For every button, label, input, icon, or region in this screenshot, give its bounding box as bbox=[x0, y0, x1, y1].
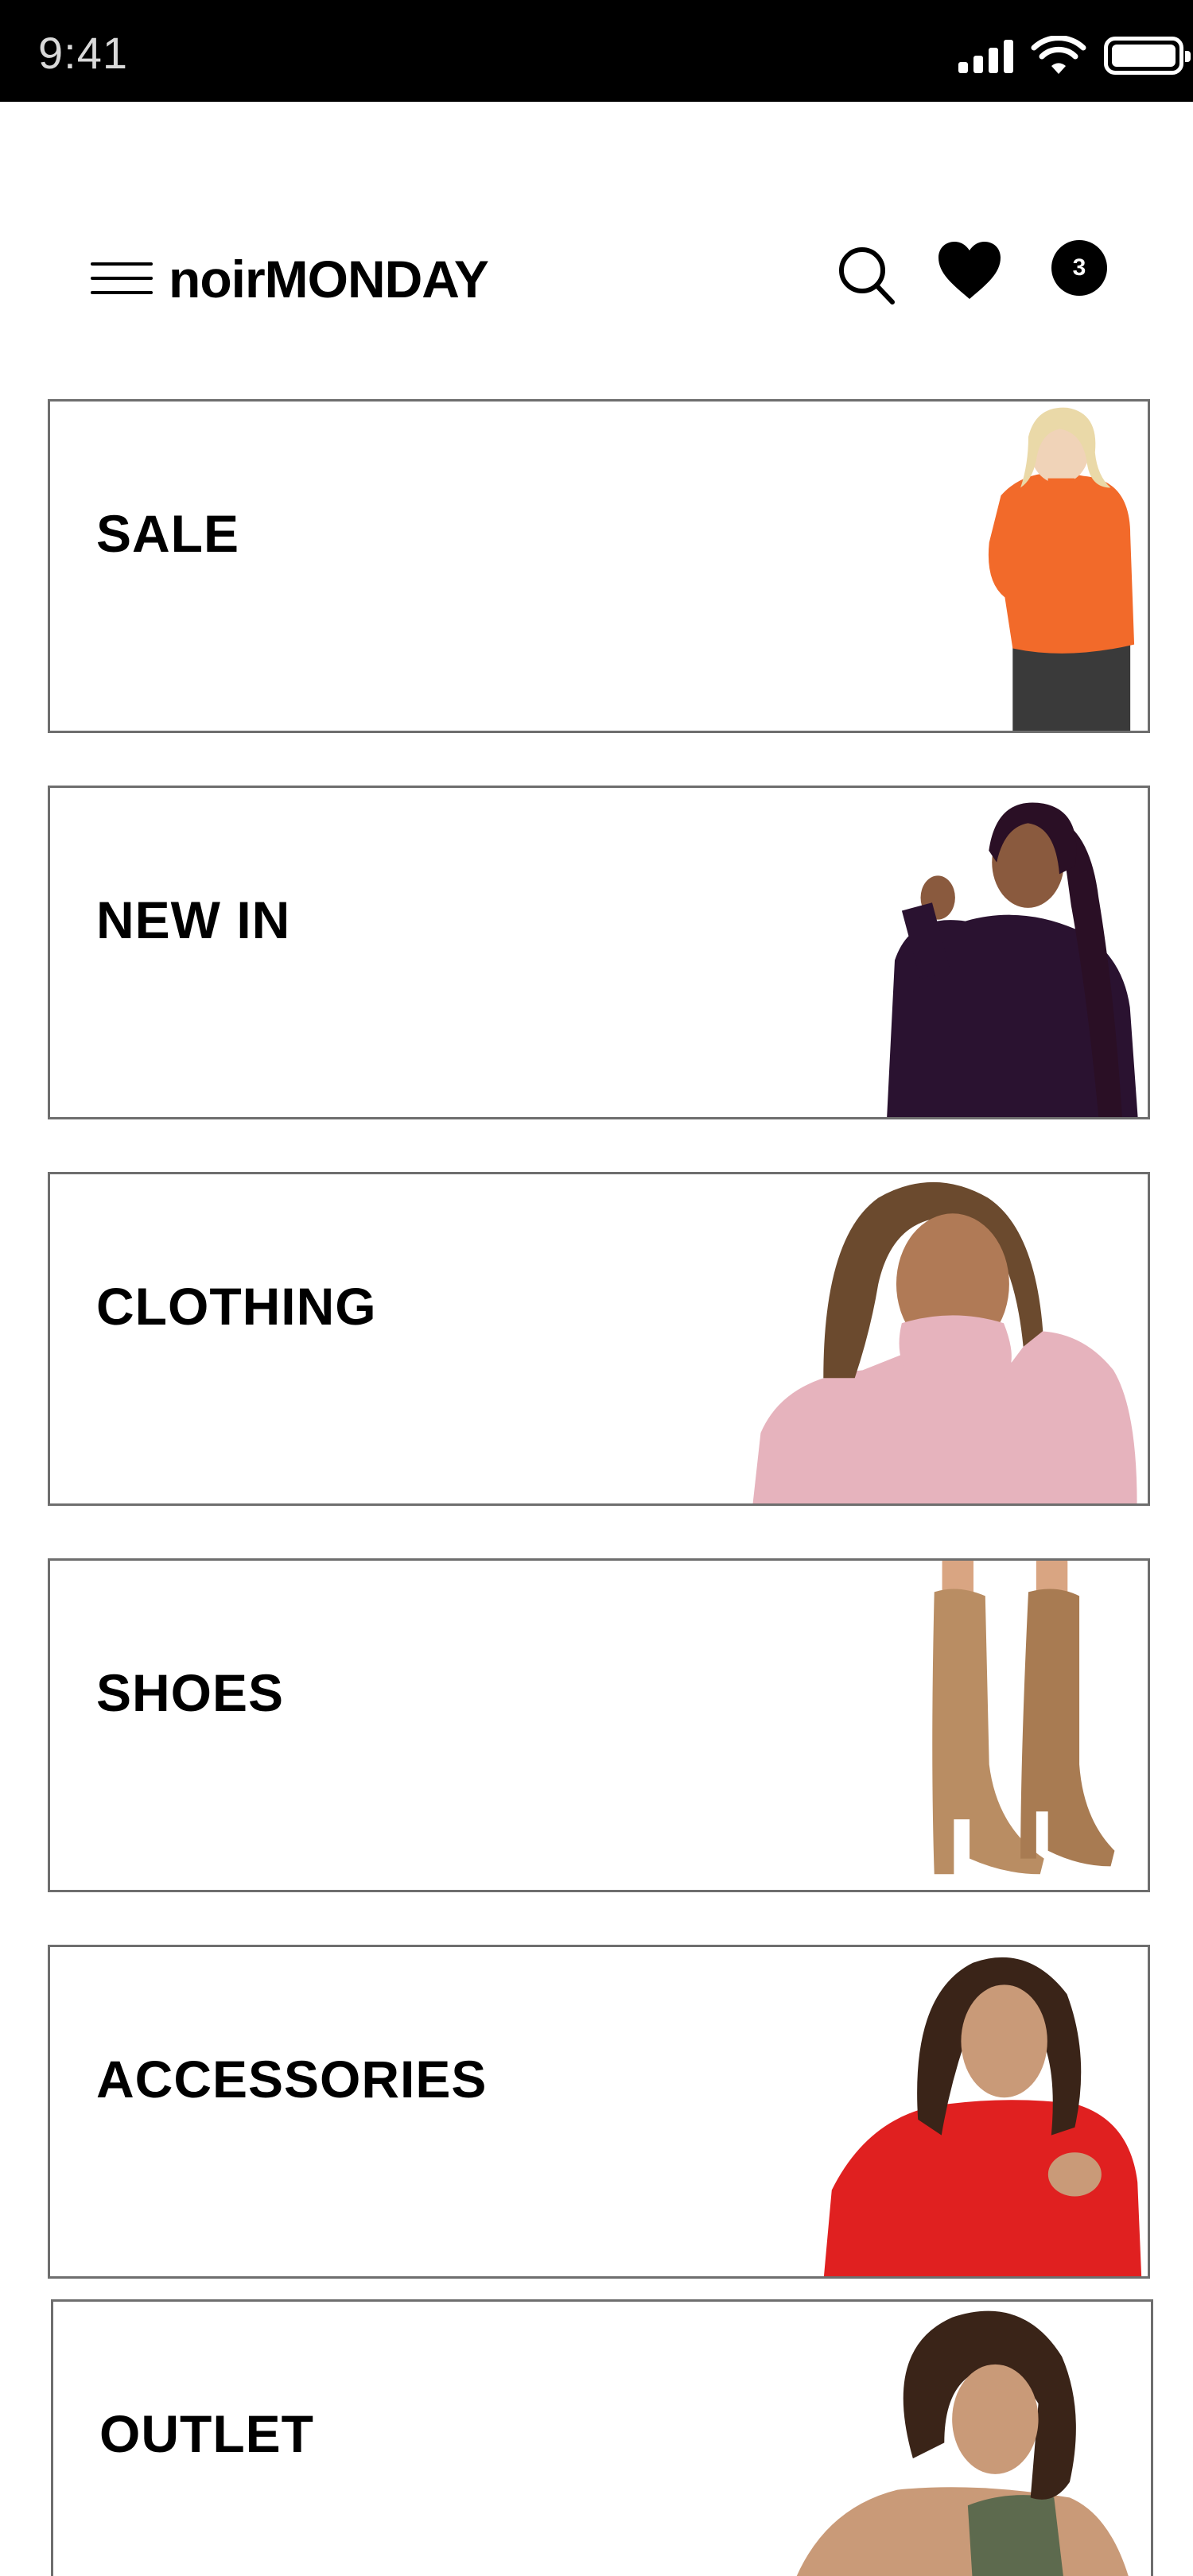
wifi-icon bbox=[1031, 36, 1086, 74]
category-card-sale[interactable]: SALE bbox=[48, 399, 1150, 733]
category-card-clothing[interactable]: CLOTHING bbox=[48, 1172, 1150, 1506]
hamburger-menu-icon[interactable] bbox=[91, 262, 153, 294]
brand-logo[interactable]: noirMONDAY bbox=[169, 250, 489, 308]
cart-badge[interactable]: 3 bbox=[1051, 240, 1107, 296]
category-image-clothing bbox=[752, 1181, 1137, 1503]
category-card-new-in[interactable]: NEW IN bbox=[48, 786, 1150, 1119]
heart-icon[interactable] bbox=[937, 240, 1002, 301]
category-image-outlet bbox=[796, 2310, 1129, 2576]
battery-icon bbox=[1104, 37, 1191, 75]
category-label: ACCESSORIES bbox=[96, 2050, 488, 2109]
category-image-new-in bbox=[887, 802, 1138, 1117]
category-label: NEW IN bbox=[96, 890, 291, 949]
category-image-shoes bbox=[932, 1561, 1115, 1875]
status-time: 9:41 bbox=[38, 28, 128, 78]
category-card-accessories[interactable]: ACCESSORIES bbox=[48, 1945, 1150, 2279]
logo-text-bold: MONDAY bbox=[264, 250, 489, 308]
category-label: SHOES bbox=[96, 1663, 285, 1722]
status-icons bbox=[958, 32, 1191, 80]
category-image-sale bbox=[988, 407, 1135, 731]
category-card-outlet[interactable]: OUTLET bbox=[51, 2299, 1153, 2576]
category-card-shoes[interactable]: SHOES bbox=[48, 1558, 1150, 1892]
category-label: OUTLET bbox=[99, 2404, 314, 2463]
logo-text-light: noir bbox=[169, 250, 266, 308]
status-bar: 9:41 bbox=[0, 0, 1193, 102]
category-image-accessories bbox=[823, 1957, 1142, 2276]
category-label: SALE bbox=[96, 504, 240, 563]
category-label: CLOTHING bbox=[96, 1277, 377, 1336]
search-icon[interactable] bbox=[837, 243, 897, 307]
cellular-signal-icon bbox=[958, 38, 1013, 73]
